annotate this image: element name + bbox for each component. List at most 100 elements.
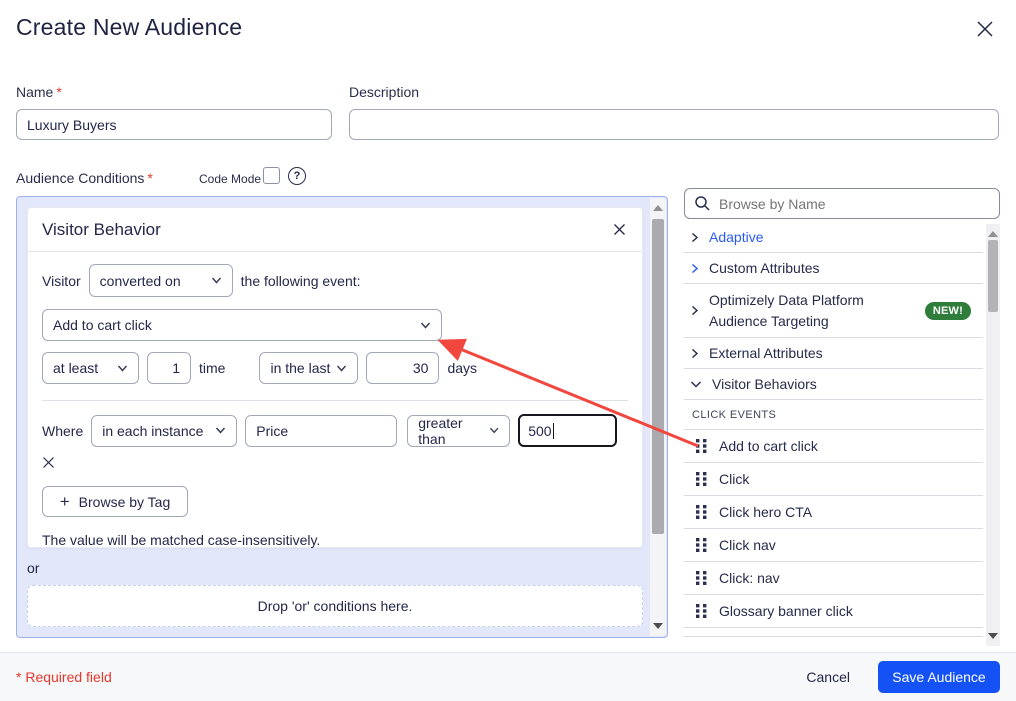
chevron-down-icon bbox=[337, 365, 347, 372]
search-input[interactable] bbox=[684, 188, 1000, 219]
where-scope-value: in each instance bbox=[102, 422, 204, 439]
drag-handle-icon[interactable] bbox=[696, 439, 707, 453]
remove-condition-icon[interactable] bbox=[42, 456, 58, 474]
tree-item-label: External Attributes bbox=[709, 345, 823, 361]
where-operator-value: greater than bbox=[418, 414, 463, 447]
frequency-qualifier-select[interactable]: at least bbox=[42, 352, 139, 384]
search-icon bbox=[694, 195, 711, 217]
chevron-down-icon bbox=[489, 427, 499, 434]
event-item-click[interactable]: Click bbox=[684, 463, 983, 496]
tree-item-label: Adaptive bbox=[709, 229, 764, 245]
drag-handle-icon[interactable] bbox=[696, 538, 707, 552]
event-item-glossary-banner-click[interactable]: Glossary banner click bbox=[684, 595, 983, 628]
chevron-right-icon bbox=[690, 263, 699, 274]
where-value-input[interactable]: 500 bbox=[518, 414, 618, 447]
audience-conditions-label: Audience Conditions * bbox=[16, 170, 153, 186]
code-mode-checkbox[interactable] bbox=[263, 167, 280, 184]
name-label: Name * bbox=[16, 84, 62, 100]
description-field[interactable] bbox=[349, 109, 999, 140]
event-item-label: Click: nav bbox=[719, 570, 780, 586]
tree-item-label: Custom Attributes bbox=[709, 260, 820, 276]
description-label: Description bbox=[349, 84, 420, 100]
event-intro-label: the following event: bbox=[240, 272, 361, 289]
conditions-scrollbar[interactable] bbox=[650, 198, 666, 636]
tree-item-visitor-behaviors[interactable]: Visitor Behaviors bbox=[684, 369, 983, 400]
event-select-value: Add to cart click bbox=[53, 317, 152, 333]
chevron-down-icon bbox=[690, 380, 702, 389]
where-scope-select[interactable]: in each instance bbox=[91, 414, 238, 447]
plus-icon: + bbox=[59, 492, 70, 511]
event-item-label: Click hero CTA bbox=[719, 504, 813, 520]
tree-item-label: Visitor Behaviors bbox=[712, 376, 817, 392]
chevron-down-icon bbox=[117, 365, 128, 372]
frequency-qualifier-value: at least bbox=[53, 360, 99, 376]
new-badge: NEW! bbox=[924, 301, 971, 320]
chevron-right-icon bbox=[690, 348, 699, 359]
drag-handle-icon[interactable] bbox=[696, 571, 707, 585]
conditions-panel: Visitor Behavior Visitor converted on th… bbox=[16, 196, 668, 638]
or-drop-zone[interactable]: Drop 'or' conditions here. bbox=[27, 585, 643, 627]
name-required-asterisk: * bbox=[56, 84, 62, 100]
visitor-label: Visitor bbox=[42, 272, 81, 289]
cancel-button[interactable]: Cancel bbox=[806, 669, 850, 685]
scroll-up-icon[interactable] bbox=[988, 231, 998, 237]
browse-by-tag-label: Browse by Tag bbox=[78, 493, 171, 510]
drag-handle-icon[interactable] bbox=[696, 505, 707, 519]
scroll-down-icon[interactable] bbox=[653, 623, 663, 629]
name-label-text: Name bbox=[16, 84, 54, 100]
card-divider bbox=[42, 400, 628, 401]
help-icon[interactable]: ? bbox=[288, 167, 306, 185]
audience-conditions-label-text: Audience Conditions bbox=[16, 170, 145, 186]
condition-card-title: Visitor Behavior bbox=[42, 219, 161, 239]
frequency-count-field[interactable] bbox=[147, 352, 191, 384]
event-item-click-colon-nav[interactable]: Click: nav bbox=[684, 562, 983, 595]
tree-item-external-attributes[interactable]: External Attributes bbox=[684, 338, 983, 369]
event-item-label: Add to cart click bbox=[719, 438, 818, 454]
chevron-down-icon bbox=[216, 427, 226, 434]
scroll-down-icon[interactable] bbox=[988, 633, 998, 639]
dialog-footer: * Required field Cancel Save Audience bbox=[0, 652, 1016, 701]
scroll-up-icon[interactable] bbox=[653, 205, 663, 211]
tree-item-custom-attributes[interactable]: Custom Attributes bbox=[684, 253, 983, 284]
search-box bbox=[684, 188, 1000, 219]
condition-card-header: Visitor Behavior bbox=[28, 208, 642, 252]
browse-by-tag-button[interactable]: + Browse by Tag bbox=[42, 486, 188, 517]
scrollbar-thumb[interactable] bbox=[988, 240, 998, 312]
chevron-down-icon bbox=[420, 322, 431, 329]
tree-item-odp-audience-targeting[interactable]: Optimizely Data Platform Audience Target… bbox=[684, 284, 983, 338]
days-label: days bbox=[447, 360, 478, 376]
event-item-click-nav[interactable]: Click nav bbox=[684, 529, 983, 562]
tree-item-label: Optimizely Data Platform Audience Target… bbox=[709, 292, 864, 329]
time-window-value: in the last bbox=[270, 360, 331, 376]
where-field-input[interactable] bbox=[245, 414, 398, 447]
condition-close-icon[interactable] bbox=[613, 223, 626, 236]
chevron-right-icon bbox=[690, 305, 699, 316]
name-field[interactable] bbox=[16, 109, 332, 140]
drag-handle-icon[interactable] bbox=[696, 472, 707, 486]
time-window-select[interactable]: in the last bbox=[259, 352, 359, 384]
where-row: Where in each instance greater than 500 bbox=[42, 414, 628, 447]
event-item-label: Glossary banner click bbox=[719, 603, 853, 619]
text-caret bbox=[552, 422, 554, 439]
save-audience-button[interactable]: Save Audience bbox=[878, 661, 1000, 693]
tree-item-adaptive[interactable]: Adaptive bbox=[684, 222, 983, 253]
required-field-note: * Required field bbox=[16, 669, 112, 685]
conditions-required-asterisk: * bbox=[147, 170, 153, 186]
drag-handle-icon[interactable] bbox=[696, 604, 707, 618]
sidebar-scrollbar[interactable] bbox=[986, 224, 1000, 646]
chevron-down-icon bbox=[211, 277, 221, 284]
match-type-select[interactable]: converted on bbox=[88, 264, 233, 297]
scrollbar-thumb[interactable] bbox=[652, 219, 664, 534]
frequency-row: at least time in the last days bbox=[42, 352, 628, 384]
event-item-label: Click nav bbox=[719, 537, 776, 553]
event-item-click-hero-cta[interactable]: Click hero CTA bbox=[684, 496, 983, 529]
visitor-behavior-card: Visitor Behavior Visitor converted on th… bbox=[27, 207, 643, 548]
close-icon[interactable] bbox=[974, 18, 996, 40]
event-select[interactable]: Add to cart click bbox=[42, 309, 442, 341]
click-events-section-header: CLICK EVENTS bbox=[684, 400, 983, 430]
time-label: time bbox=[199, 360, 226, 376]
event-item-add-to-cart-click[interactable]: Add to cart click bbox=[684, 430, 983, 463]
where-operator-select[interactable]: greater than bbox=[407, 414, 511, 447]
days-count-field[interactable] bbox=[366, 352, 440, 384]
match-type-value: converted on bbox=[99, 272, 181, 289]
